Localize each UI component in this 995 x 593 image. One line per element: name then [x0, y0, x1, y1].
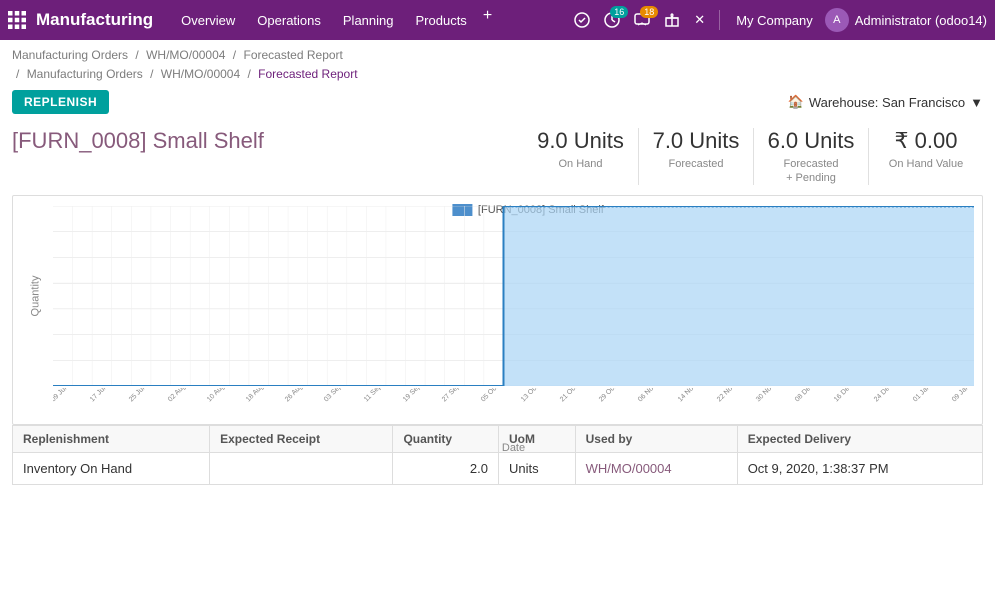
company-name: My Company	[730, 13, 819, 28]
product-header: [FURN_0008] Small Shelf 9.0 Units On Han…	[12, 122, 983, 195]
svg-text:18 Aug 2020: 18 Aug 2020	[245, 388, 278, 403]
y-axis-label: Quantity	[29, 276, 41, 317]
cell-expected-delivery: Oct 9, 2020, 1:38:37 PM	[737, 453, 982, 485]
user-name: Administrator (odoo14)	[855, 13, 987, 28]
svg-text:27 Sep 2020: 27 Sep 2020	[441, 388, 474, 403]
action-bar: REPLENISH 🏠 Warehouse: San Francisco ▼	[0, 86, 995, 122]
stat-forecasted-pending: 6.0 Units Forecasted+ Pending	[753, 128, 868, 185]
nav-divider	[719, 10, 720, 30]
svg-text:02 Aug 2020: 02 Aug 2020	[167, 388, 200, 403]
main-content: [FURN_0008] Small Shelf 9.0 Units On Han…	[0, 122, 995, 485]
breadcrumb-mo-00004-1[interactable]: WH/MO/00004	[146, 48, 225, 62]
activity-icon[interactable]	[570, 8, 594, 32]
topnav-actions: 16 18 ✕ My Company A Administrator (odoo…	[570, 8, 987, 32]
stat-on-hand-value: ₹ 0.00 On Hand Value	[868, 128, 983, 185]
svg-text:06 Nov 2020: 06 Nov 2020	[637, 388, 670, 403]
product-stats: 9.0 Units On Hand 7.0 Units Forecasted 6…	[523, 128, 983, 185]
stat-value-label: On Hand Value	[877, 157, 975, 171]
svg-text:14 Nov 2020: 14 Nov 2020	[677, 388, 710, 403]
breadcrumb: Manufacturing Orders / WH/MO/00004 / For…	[0, 40, 995, 86]
breadcrumb-manufacturing-orders-1[interactable]: Manufacturing Orders	[12, 48, 128, 62]
close-icon[interactable]: ✕	[690, 8, 709, 32]
user-menu[interactable]: A Administrator (odoo14)	[825, 8, 987, 32]
nav-planning[interactable]: Planning	[333, 7, 404, 34]
svg-text:26 Aug 2020: 26 Aug 2020	[284, 388, 317, 403]
chart-svg: 7.00 6.00 5.00 4.00 3.00 2.00 1.00 0.00	[53, 206, 974, 386]
svg-text:19 Sep 2020: 19 Sep 2020	[402, 388, 435, 403]
stat-forecasted-value: 7.0 Units	[647, 128, 745, 154]
nav-menu: Overview Operations Planning Products +	[171, 7, 566, 34]
stat-on-hand-value: 9.0 Units	[531, 128, 630, 154]
svg-text:10 Aug 2020: 10 Aug 2020	[206, 388, 239, 403]
svg-text:08 Dec 2020: 08 Dec 2020	[794, 388, 827, 403]
x-axis-label: Date	[53, 442, 974, 454]
svg-text:05 Oct 2020: 05 Oct 2020	[480, 388, 512, 403]
svg-text:09 Jul 2020: 09 Jul 2020	[53, 388, 81, 403]
stat-forecasted-label: Forecasted	[647, 157, 745, 171]
stat-forecasted-pending-label: Forecasted+ Pending	[762, 157, 860, 186]
nav-products[interactable]: Products	[406, 7, 477, 34]
app-title: Manufacturing	[36, 10, 153, 30]
svg-text:09 Jan 2021: 09 Jan 2021	[951, 388, 974, 403]
apps-grid-icon[interactable]	[8, 11, 26, 29]
breadcrumb-mo-00004-2[interactable]: WH/MO/00004	[161, 67, 240, 81]
message-icon[interactable]: 18	[630, 8, 654, 32]
warehouse-chevron: ▼	[970, 95, 983, 110]
product-title: [FURN_0008] Small Shelf	[12, 128, 523, 154]
cell-used-by: WH/MO/00004	[575, 453, 737, 485]
svg-text:22 Nov 2020: 22 Nov 2020	[716, 388, 749, 403]
user-avatar: A	[825, 8, 849, 32]
breadcrumb-current: Forecasted Report	[258, 67, 357, 81]
stat-value-amount: ₹ 0.00	[877, 128, 975, 154]
replenish-button[interactable]: REPLENISH	[12, 90, 109, 114]
svg-text:13 Oct 2020: 13 Oct 2020	[520, 388, 552, 403]
svg-text:11 Sep 2020: 11 Sep 2020	[363, 388, 396, 403]
svg-text:21 Oct 2020: 21 Oct 2020	[559, 388, 591, 403]
svg-text:24 Dec 2020: 24 Dec 2020	[873, 388, 906, 403]
nav-operations[interactable]: Operations	[247, 7, 331, 34]
cell-expected-receipt	[210, 453, 393, 485]
svg-text:01 Jan 2021: 01 Jan 2021	[912, 388, 944, 403]
chart-inner: Quantity	[53, 206, 974, 386]
stat-on-hand: 9.0 Units On Hand	[523, 128, 638, 185]
warehouse-icon: 🏠	[788, 94, 804, 110]
warehouse-label: Warehouse: San Francisco	[809, 95, 965, 110]
message-badge: 18	[640, 6, 658, 18]
x-axis-dates: 09 Jul 2020 17 Jul 2020 25 Jul 2020 02 A…	[53, 388, 974, 438]
nav-overview[interactable]: Overview	[171, 7, 245, 34]
stat-forecasted-pending-value: 6.0 Units	[762, 128, 860, 154]
table-row: Inventory On Hand 2.0 Units WH/MO/00004 …	[13, 453, 983, 485]
clock-badge: 16	[610, 6, 628, 18]
breadcrumb-manufacturing-orders-2[interactable]: Manufacturing Orders	[27, 67, 143, 81]
svg-text:17 Jul 2020: 17 Jul 2020	[89, 388, 120, 403]
svg-text:30 Nov 2020: 30 Nov 2020	[755, 388, 788, 403]
chart-area: [FURN_0008] Small Shelf Quantity	[12, 195, 983, 425]
cell-uom: Units	[498, 453, 575, 485]
used-by-link[interactable]: WH/MO/00004	[586, 461, 672, 476]
cell-replenishment: Inventory On Hand	[13, 453, 210, 485]
svg-text:29 Oct 2020: 29 Oct 2020	[598, 388, 630, 403]
nav-add[interactable]: +	[479, 7, 496, 34]
clock-icon[interactable]: 16	[600, 8, 624, 32]
cell-quantity: 2.0	[393, 453, 499, 485]
svg-text:16 Dec 2020: 16 Dec 2020	[833, 388, 866, 403]
topnav: Manufacturing Overview Operations Planni…	[0, 0, 995, 40]
stat-on-hand-label: On Hand	[531, 157, 630, 171]
svg-text:03 Sep 2020: 03 Sep 2020	[323, 388, 356, 403]
gift-icon[interactable]	[660, 8, 684, 32]
stat-forecasted: 7.0 Units Forecasted	[638, 128, 753, 185]
breadcrumb-forecasted-report-1[interactable]: Forecasted Report	[243, 48, 342, 62]
warehouse-selector[interactable]: 🏠 Warehouse: San Francisco ▼	[788, 94, 983, 110]
svg-text:25 Jul 2020: 25 Jul 2020	[128, 388, 159, 403]
